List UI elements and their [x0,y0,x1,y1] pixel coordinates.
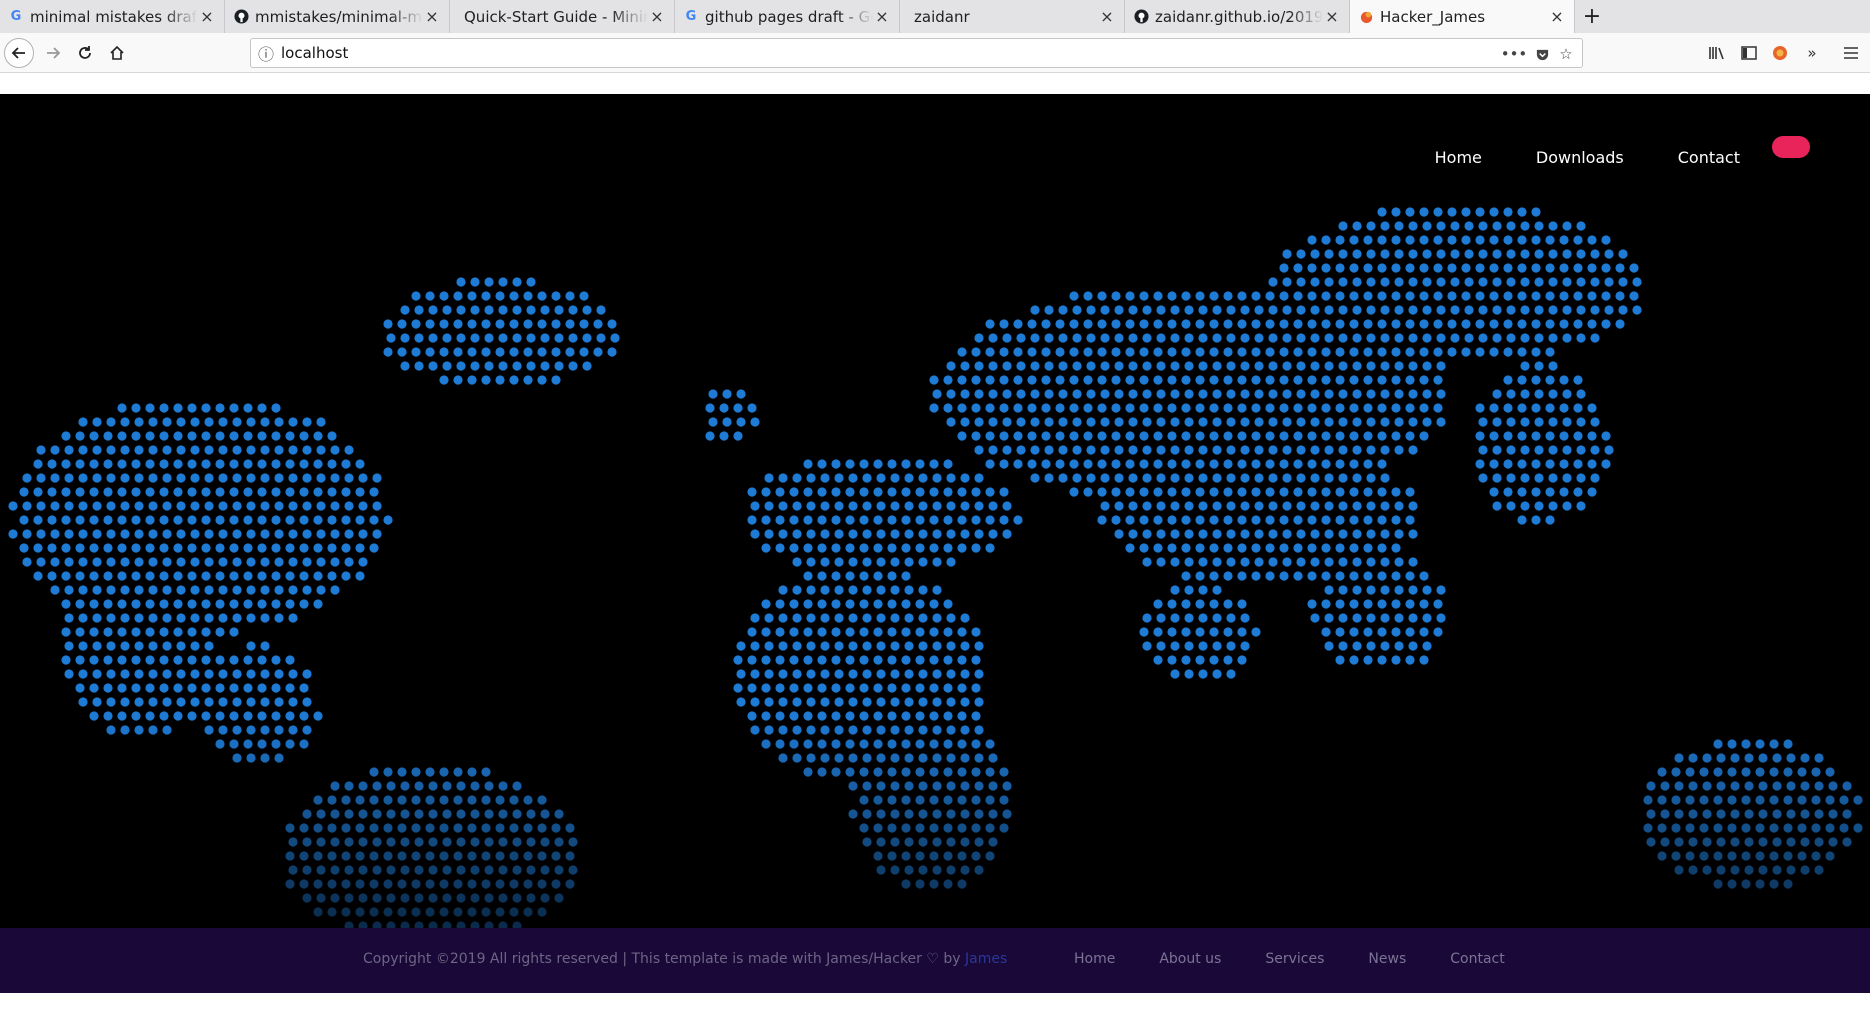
home-icon [110,45,124,60]
footer-link-news[interactable]: News [1368,951,1406,967]
close-icon[interactable]: × [1548,7,1566,26]
browser-tab[interactable]: zaidanr.github.io/2019-0 × [1125,0,1350,33]
nav-home-link[interactable]: Home [1435,148,1482,167]
google-icon: G [10,9,22,24]
reload-button[interactable] [71,39,99,67]
browser-tab[interactable]: Quick-Start Guide - Minimal Mistakes × [450,0,675,33]
browser-tab[interactable]: G github pages draft - Google × [675,0,900,33]
info-icon[interactable]: ⓘ [251,41,281,65]
github-icon [1133,9,1149,25]
hamburger-menu-icon[interactable] [1837,39,1865,67]
nav-contact-link[interactable]: Contact [1678,148,1740,167]
copyright-text: Copyright ©2019 All rights reserved | Th… [363,951,1007,967]
browser-toolbar: ⓘ ••• ☆ » [0,33,1870,73]
tab-title: Hacker_James [1380,7,1486,26]
world-map-dots [8,207,1863,928]
new-tab-button[interactable]: + [1575,0,1609,33]
tab-title: zaidanr.github.io/2019-0 [1155,7,1323,26]
hero-section: Home Downloads Contact [0,94,1870,928]
sidebar-icon[interactable] [1735,39,1763,67]
tab-title: Quick-Start Guide - Minimal Mistakes [464,7,648,26]
tab-title: mmistakes/minimal-mistakes [255,7,423,26]
arrow-right-icon [47,47,61,59]
browser-tab[interactable]: zaidanr × [900,0,1125,33]
footer-links: Home About us Services News Contact [1074,951,1549,967]
library-icon[interactable] [1703,39,1731,67]
browser-tab[interactable]: mmistakes/minimal-mistakes × [225,0,450,33]
close-icon[interactable]: × [648,7,666,26]
site-navigation: Home Downloads Contact [1381,136,1810,168]
footer-link-about[interactable]: About us [1159,951,1221,967]
footer-link-contact[interactable]: Contact [1450,951,1504,967]
forward-button[interactable] [39,39,67,67]
author-link[interactable]: James [965,951,1007,967]
close-icon[interactable]: × [1098,7,1116,26]
more-icon[interactable]: ••• [1501,44,1528,64]
browser-tab[interactable]: G minimal mistakes draft - × [0,0,225,33]
url-input[interactable] [281,44,1431,62]
nav-downloads-link[interactable]: Downloads [1536,148,1624,167]
reload-icon [79,46,91,59]
back-button[interactable] [4,38,34,68]
github-icon [233,9,249,25]
close-icon[interactable]: × [873,7,891,26]
site-footer: Copyright ©2019 All rights reserved | Th… [0,928,1870,993]
bookmark-star-icon[interactable]: ☆ [1555,44,1577,64]
tab-title: minimal mistakes draft - [30,7,198,26]
tab-title: zaidanr [914,7,970,26]
address-bar[interactable]: ⓘ ••• ☆ [250,38,1583,68]
pocket-icon[interactable] [1531,44,1553,64]
close-icon[interactable]: × [198,7,216,26]
footer-link-home[interactable]: Home [1074,951,1115,967]
browser-tab-active[interactable]: Hacker_James × [1350,0,1575,33]
arrow-left-icon [11,47,25,59]
overflow-chevron-icon[interactable]: » [1798,39,1826,67]
close-icon[interactable]: × [423,7,441,26]
browser-tab-bar: G minimal mistakes draft - × mmistakes/m… [0,0,1870,33]
footer-link-services[interactable]: Services [1265,951,1324,967]
extension-icon[interactable] [1766,39,1794,67]
copyright-prefix: Copyright ©2019 All rights reserved | Th… [363,951,965,967]
home-button[interactable] [103,39,131,67]
google-icon: G [685,9,697,24]
page-bottom-blank [0,993,1870,1021]
accent-pill-button[interactable] [1772,136,1810,158]
toolbar-gap [0,74,1870,94]
close-icon[interactable]: × [1323,7,1341,26]
site-icon [1358,9,1374,25]
tab-title: github pages draft - Google [705,7,873,26]
